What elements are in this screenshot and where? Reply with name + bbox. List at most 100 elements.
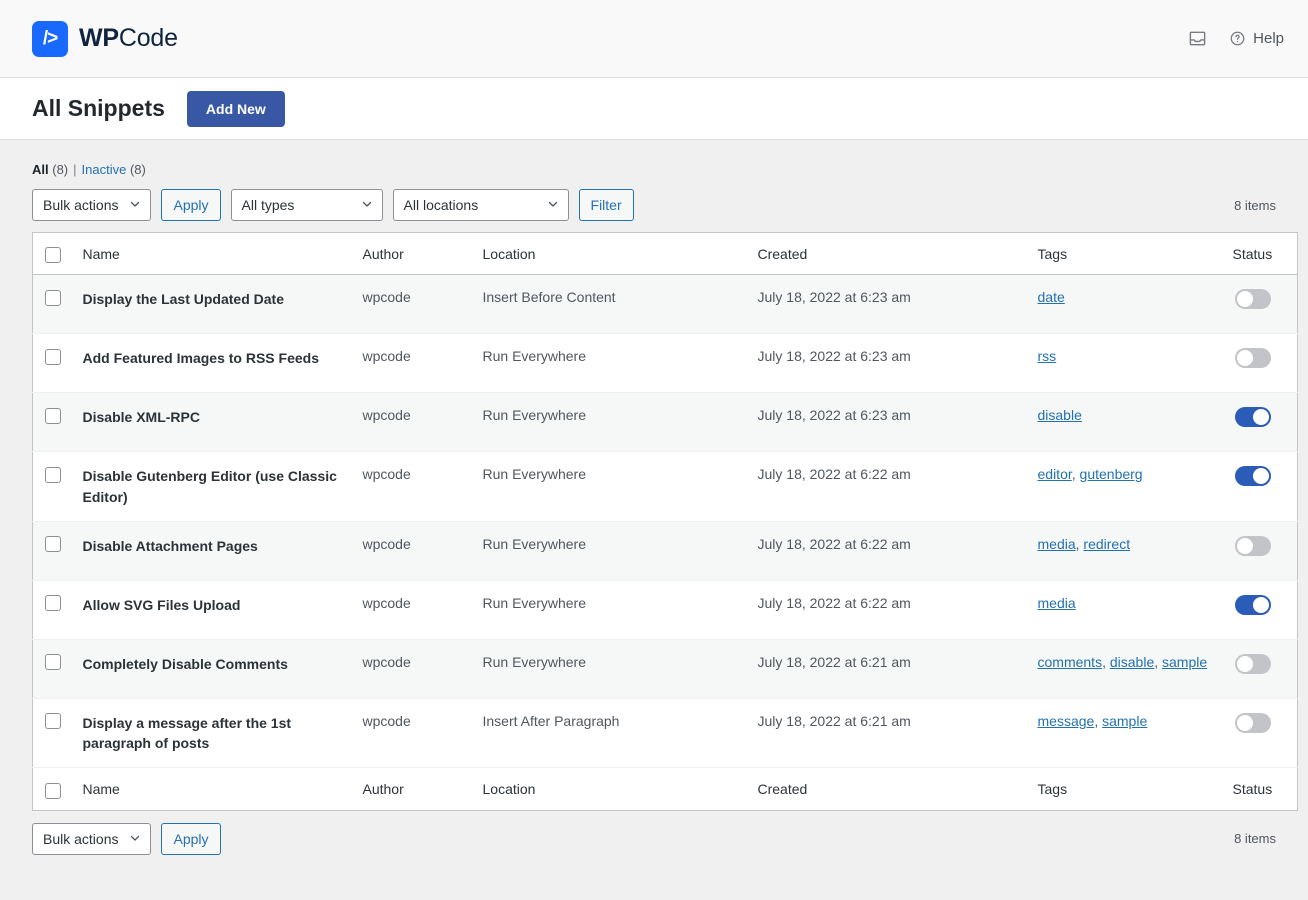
top-brand-bar: /> WPCode Help — [0, 0, 1308, 78]
tag-link[interactable]: sample — [1102, 713, 1147, 729]
brand-name-light: Code — [119, 24, 178, 52]
column-header-author[interactable]: Author — [353, 233, 473, 275]
snippet-name-link[interactable]: Disable Attachment Pages — [83, 538, 258, 554]
column-header-created[interactable]: Created — [748, 233, 1028, 275]
view-link-all[interactable]: All — [32, 162, 49, 177]
snippet-name-link[interactable]: Disable XML-RPC — [83, 409, 200, 425]
row-location-cell: Run Everywhere — [473, 452, 748, 522]
select-all-checkbox-bottom[interactable] — [45, 783, 61, 799]
row-author-cell: wpcode — [353, 698, 473, 768]
tag-link[interactable]: media — [1038, 595, 1076, 611]
table-row: Disable Gutenberg Editor (use Classic Ed… — [33, 452, 1298, 522]
select-all-header — [33, 233, 73, 275]
column-footer-name[interactable]: Name — [73, 768, 353, 810]
apply-button-top[interactable]: Apply — [161, 189, 220, 221]
row-checkbox[interactable] — [45, 536, 61, 552]
row-checkbox[interactable] — [45, 713, 61, 729]
tag-link[interactable]: editor — [1038, 466, 1072, 482]
add-new-button[interactable]: Add New — [187, 91, 285, 127]
tag-link[interactable]: date — [1038, 289, 1065, 305]
column-footer-author[interactable]: Author — [353, 768, 473, 810]
column-header-status[interactable]: Status — [1223, 233, 1298, 275]
table-row: Disable Attachment Pages wpcode Run Ever… — [33, 521, 1298, 580]
tag-separator: , — [1094, 713, 1102, 729]
row-select-cell — [33, 521, 73, 580]
status-toggle[interactable] — [1235, 407, 1271, 427]
bulk-actions-label-top: Bulk actions — [43, 197, 118, 213]
inbox-icon[interactable] — [1188, 29, 1207, 48]
tag-link[interactable]: disable — [1038, 407, 1082, 423]
help-button[interactable]: Help — [1229, 30, 1284, 47]
row-checkbox[interactable] — [45, 654, 61, 670]
row-tags-cell: comments, disable, sample — [1028, 639, 1223, 698]
view-link-inactive[interactable]: Inactive — [82, 162, 127, 177]
table-row: Allow SVG Files Upload wpcode Run Everyw… — [33, 580, 1298, 639]
wpcode-logo[interactable]: /> WPCode — [32, 21, 178, 57]
tag-link[interactable]: gutenberg — [1080, 466, 1143, 482]
main-content: All (8)|Inactive (8) Bulk actions Apply … — [0, 140, 1308, 855]
status-toggle[interactable] — [1235, 595, 1271, 615]
table-row: Disable XML-RPC wpcode Run Everywhere Ju… — [33, 393, 1298, 452]
status-toggle[interactable] — [1235, 713, 1271, 733]
status-toggle[interactable] — [1235, 348, 1271, 368]
table-toolbar-top: Bulk actions Apply All types All locatio… — [32, 189, 1276, 221]
table-row: Completely Disable Comments wpcode Run E… — [33, 639, 1298, 698]
row-location-cell: Insert Before Content — [473, 275, 748, 334]
snippet-name-link[interactable]: Completely Disable Comments — [83, 656, 288, 672]
status-toggle[interactable] — [1235, 289, 1271, 309]
apply-button-bottom[interactable]: Apply — [161, 823, 220, 855]
tag-link[interactable]: comments — [1038, 654, 1103, 670]
topbar-actions: Help — [1188, 29, 1284, 48]
tag-link[interactable]: message — [1038, 713, 1095, 729]
snippet-name-link[interactable]: Display a message after the 1st paragrap… — [83, 715, 292, 751]
snippet-name-link[interactable]: Display the Last Updated Date — [83, 291, 285, 307]
tag-link[interactable]: sample — [1162, 654, 1207, 670]
row-checkbox[interactable] — [45, 290, 61, 306]
column-header-tags[interactable]: Tags — [1028, 233, 1223, 275]
column-footer-tags[interactable]: Tags — [1028, 768, 1223, 810]
table-body: Display the Last Updated Date wpcode Ins… — [33, 275, 1298, 768]
row-checkbox[interactable] — [45, 349, 61, 365]
row-checkbox[interactable] — [45, 467, 61, 483]
row-tags-cell: media — [1028, 580, 1223, 639]
snippet-name-link[interactable]: Add Featured Images to RSS Feeds — [83, 350, 320, 366]
tag-link[interactable]: redirect — [1083, 536, 1130, 552]
table-header-row: Name Author Location Created Tags Status — [33, 233, 1298, 275]
toggle-knob — [1237, 715, 1253, 731]
column-footer-created[interactable]: Created — [748, 768, 1028, 810]
toggle-knob — [1253, 597, 1269, 613]
status-toggle[interactable] — [1235, 536, 1271, 556]
bulk-actions-select-bottom[interactable]: Bulk actions — [32, 823, 151, 855]
column-header-location[interactable]: Location — [473, 233, 748, 275]
row-location-cell: Run Everywhere — [473, 639, 748, 698]
row-author-cell: wpcode — [353, 334, 473, 393]
brand-name-bold: WP — [79, 24, 119, 52]
tag-link[interactable]: media — [1038, 536, 1076, 552]
bulk-actions-select-top[interactable]: Bulk actions — [32, 189, 151, 221]
status-toggle[interactable] — [1235, 466, 1271, 486]
column-footer-status[interactable]: Status — [1223, 768, 1298, 810]
location-filter-select[interactable]: All locations — [393, 189, 569, 221]
row-status-cell — [1223, 334, 1298, 393]
tag-link[interactable]: rss — [1038, 348, 1057, 364]
help-circle-icon — [1229, 30, 1246, 47]
table-row: Add Featured Images to RSS Feeds wpcode … — [33, 334, 1298, 393]
column-header-name[interactable]: Name — [73, 233, 353, 275]
row-checkbox[interactable] — [45, 595, 61, 611]
row-checkbox[interactable] — [45, 408, 61, 424]
select-all-checkbox-top[interactable] — [45, 247, 61, 263]
snippet-name-link[interactable]: Allow SVG Files Upload — [83, 597, 241, 613]
row-tags-cell: message, sample — [1028, 698, 1223, 768]
type-filter-select[interactable]: All types — [231, 189, 383, 221]
tag-link[interactable]: disable — [1110, 654, 1154, 670]
status-toggle[interactable] — [1235, 654, 1271, 674]
column-footer-location[interactable]: Location — [473, 768, 748, 810]
row-tags-cell: rss — [1028, 334, 1223, 393]
row-select-cell — [33, 393, 73, 452]
filter-button[interactable]: Filter — [579, 189, 634, 221]
row-author-cell: wpcode — [353, 639, 473, 698]
tag-separator: , — [1102, 654, 1110, 670]
page-title: All Snippets — [32, 95, 165, 122]
row-tags-cell: media, redirect — [1028, 521, 1223, 580]
snippet-name-link[interactable]: Disable Gutenberg Editor (use Classic Ed… — [83, 468, 337, 504]
